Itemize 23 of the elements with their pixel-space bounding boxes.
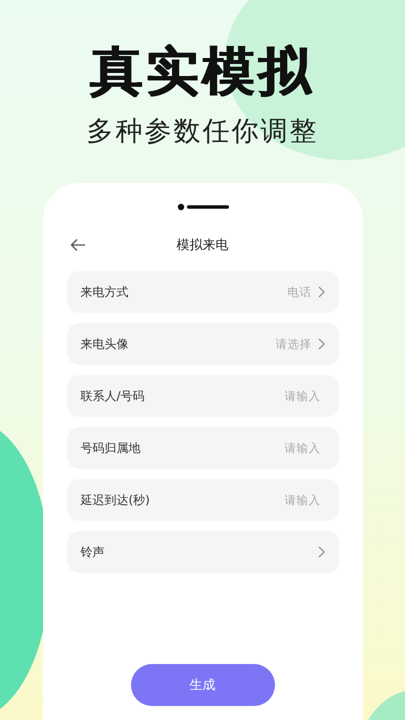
row-label: 联系人/号码 [80, 388, 145, 405]
chevron-right-icon [318, 338, 324, 350]
generate-button[interactable]: 生成 [130, 664, 274, 706]
settings-row[interactable]: 来电头像 请选择 [66, 323, 338, 366]
row-label: 铃声 [80, 544, 104, 561]
chevron-right-icon [318, 546, 324, 558]
headline: 真实模拟 [90, 44, 314, 102]
subtitle: 多种参数任你调整 [86, 115, 318, 150]
settings-row[interactable]: 铃声 [66, 531, 338, 574]
row-label: 延迟到达(秒) [80, 492, 150, 509]
settings-row[interactable]: 来电方式 电话 [66, 271, 338, 314]
chevron-right-icon [318, 286, 324, 298]
row-label: 来电头像 [80, 336, 128, 353]
input-field[interactable]: 请输入 [240, 441, 320, 456]
input-field[interactable]: 请输入 [240, 389, 320, 404]
row-value: 电话 [288, 284, 312, 300]
row-label: 号码归属地 [80, 440, 140, 457]
row-label: 来电方式 [80, 284, 128, 301]
input-field[interactable]: 请输入 [240, 493, 320, 508]
back-arrow-icon[interactable] [70, 238, 86, 252]
screen-title: 模拟来电 [176, 238, 228, 254]
row-value: 请选择 [276, 336, 312, 352]
camera-notch-icon [176, 203, 228, 212]
